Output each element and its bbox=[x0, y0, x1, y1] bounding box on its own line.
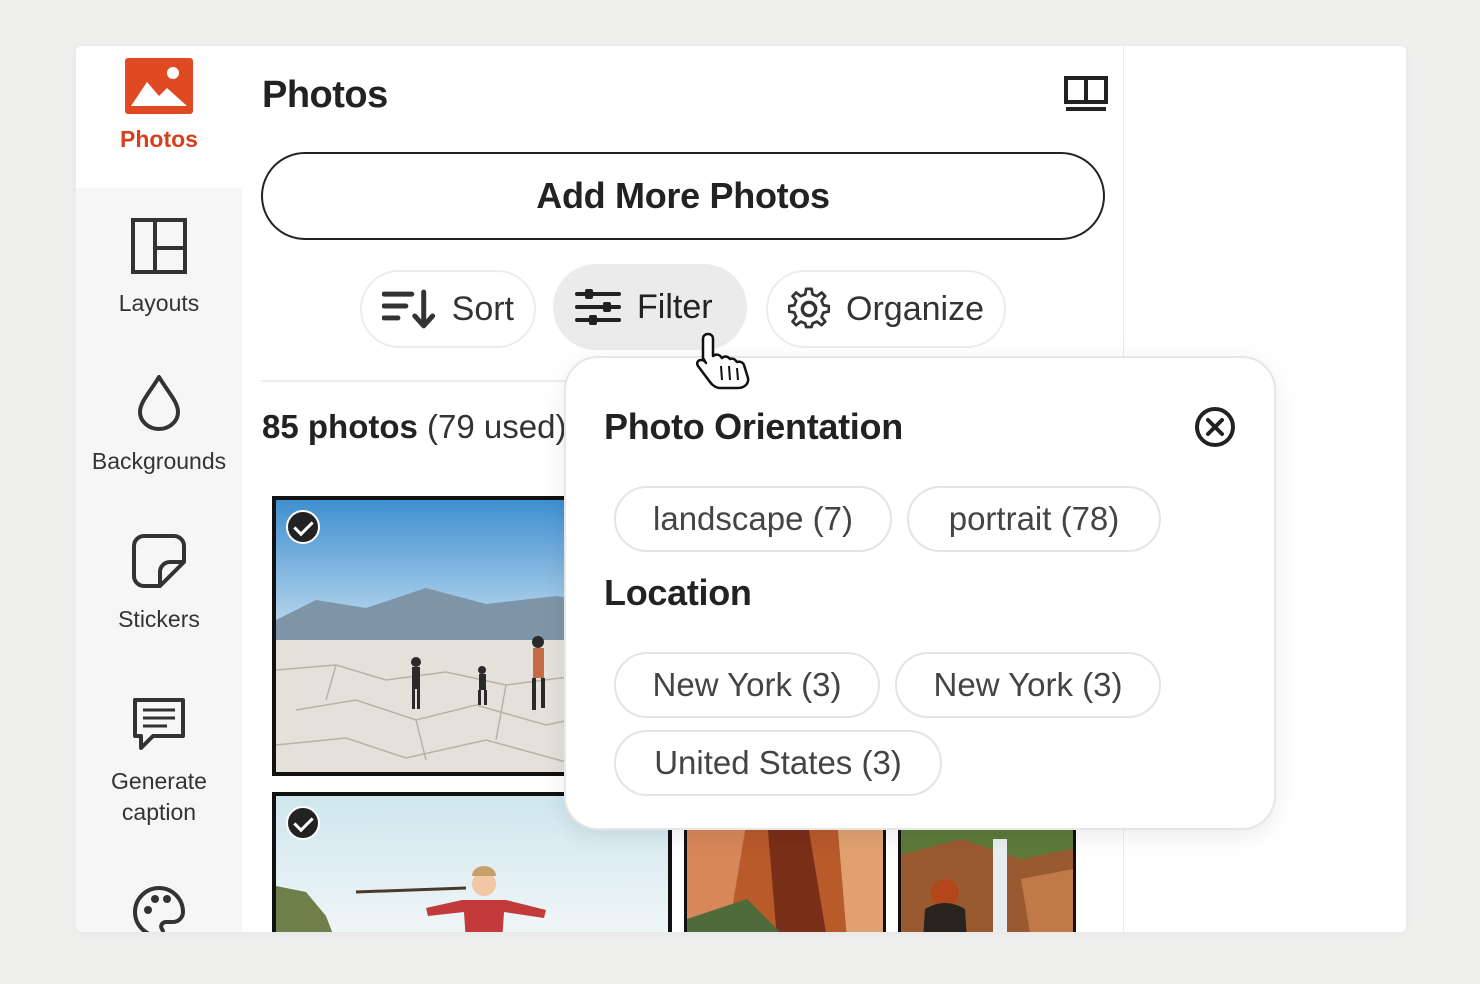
sort-button[interactable]: Sort bbox=[360, 270, 536, 348]
sidebar-item-label-line2: caption bbox=[121, 799, 197, 825]
chip-location[interactable]: United States (3) bbox=[614, 730, 942, 796]
sort-label: Sort bbox=[451, 289, 514, 328]
sidebar-item-label: Backgrounds bbox=[91, 448, 227, 474]
photo-thumbnail[interactable] bbox=[684, 816, 886, 932]
hand-cursor-icon bbox=[695, 332, 750, 390]
waterfall-photo bbox=[901, 819, 1073, 932]
caption-icon bbox=[133, 698, 185, 750]
sidebar-item-generate-caption[interactable]: Generate caption bbox=[76, 696, 242, 828]
sidebar-item-palette[interactable] bbox=[76, 884, 242, 932]
sidebar-item-backgrounds[interactable]: Backgrounds bbox=[76, 374, 242, 477]
filter-popover: Photo Orientation landscape (7) portrait… bbox=[564, 356, 1276, 830]
drop-icon bbox=[138, 375, 180, 431]
selected-check-icon[interactable] bbox=[286, 510, 320, 544]
close-icon[interactable] bbox=[1194, 406, 1236, 448]
page-title: Photos bbox=[262, 74, 388, 116]
chip-portrait[interactable]: portrait (78) bbox=[907, 486, 1161, 552]
layout-view-icon[interactable] bbox=[1064, 76, 1108, 112]
sticker-icon bbox=[132, 534, 186, 588]
sidebar-item-layouts[interactable]: Layouts bbox=[76, 218, 242, 319]
sort-icon bbox=[382, 289, 436, 329]
selected-check-icon[interactable] bbox=[286, 806, 320, 840]
photo-icon bbox=[125, 58, 193, 114]
photo-thumbnail[interactable] bbox=[898, 816, 1076, 932]
sidebar-item-label: Stickers bbox=[118, 606, 200, 632]
palette-icon bbox=[133, 885, 186, 932]
canyon-photo bbox=[687, 819, 883, 932]
organize-label: Organize bbox=[846, 289, 984, 328]
sidebar-item-label: Layouts bbox=[118, 290, 200, 316]
sidebar-item-stickers[interactable]: Stickers bbox=[76, 532, 242, 635]
sidebar-item-photos[interactable]: Photos bbox=[76, 46, 242, 188]
chip-landscape[interactable]: landscape (7) bbox=[614, 486, 892, 552]
photo-count-total: 85 photos bbox=[262, 408, 418, 445]
orientation-heading: Photo Orientation bbox=[604, 406, 903, 447]
chip-location[interactable]: New York (3) bbox=[895, 652, 1161, 718]
gear-icon bbox=[788, 287, 831, 329]
organize-button[interactable]: Organize bbox=[766, 270, 1006, 348]
photo-count-used: (79 used) bbox=[427, 408, 567, 445]
sidebar-item-label-line1: Generate bbox=[111, 768, 207, 794]
filter-label: Filter bbox=[637, 287, 713, 326]
sidebar: Photos Layouts Backgrounds Stickers Gene… bbox=[76, 46, 242, 932]
sidebar-item-label: Photos bbox=[120, 126, 198, 152]
chip-location[interactable]: New York (3) bbox=[614, 652, 880, 718]
photo-count: 85 photos (79 used) bbox=[262, 408, 566, 446]
add-more-photos-button[interactable]: Add More Photos bbox=[261, 152, 1105, 240]
sliders-icon bbox=[575, 289, 621, 325]
location-heading: Location bbox=[604, 572, 752, 613]
layouts-icon bbox=[131, 218, 187, 274]
